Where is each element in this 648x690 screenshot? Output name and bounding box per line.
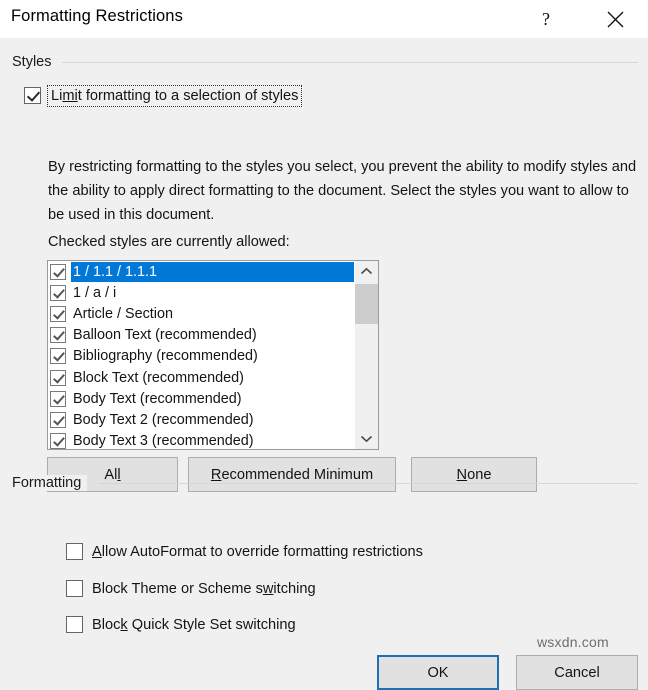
title-bar: Formatting Restrictions ? bbox=[0, 0, 648, 38]
scroll-up-button[interactable] bbox=[355, 261, 378, 282]
recmin-label-accel: R bbox=[210, 466, 222, 483]
listbox-scrollbar[interactable] bbox=[354, 261, 378, 449]
none-label-after: one bbox=[467, 466, 492, 483]
ok-button[interactable]: OK bbox=[377, 655, 499, 690]
formatting-checkbox-row-2[interactable]: Block Theme or Scheme switching bbox=[66, 580, 316, 597]
formatting-group-label: Formatting bbox=[12, 475, 88, 491]
all-label-accel: l bbox=[117, 466, 121, 483]
watermark: wsxdn.com bbox=[537, 634, 609, 650]
cancel-button-label: Cancel bbox=[554, 664, 600, 681]
help-button[interactable]: ? bbox=[523, 0, 569, 38]
close-button[interactable] bbox=[592, 0, 638, 38]
list-item[interactable]: 1 / a / i bbox=[48, 282, 354, 303]
recmin-label-after: ecommended Minimum bbox=[221, 466, 374, 483]
styles-description: By restricting formatting to the styles … bbox=[48, 159, 637, 223]
limit-label-accel: mi bbox=[62, 87, 78, 104]
list-item-label: Body Text 3 (recommended) bbox=[73, 433, 254, 449]
list-item-label: Bibliography (recommended) bbox=[73, 348, 258, 365]
list-item-checkbox[interactable] bbox=[50, 390, 66, 407]
styles-group-label: Styles bbox=[12, 54, 58, 70]
dialog-body: Styles Limit formatting to a selection o… bbox=[0, 38, 648, 690]
formatting-checkbox-label-2: Block Theme or Scheme switching bbox=[92, 580, 316, 597]
close-icon bbox=[607, 11, 624, 28]
list-item[interactable]: Bibliography (recommended) bbox=[48, 346, 354, 367]
list-item[interactable]: Body Text (recommended) bbox=[48, 388, 354, 409]
list-item[interactable]: Article / Section bbox=[48, 303, 354, 324]
list-item-checkbox[interactable] bbox=[50, 348, 66, 365]
chevron-up-icon bbox=[360, 267, 373, 276]
none-label-accel: N bbox=[456, 466, 468, 483]
scroll-down-button[interactable] bbox=[355, 428, 378, 449]
list-item-label: Body Text 2 (recommended) bbox=[73, 411, 254, 428]
window-title: Formatting Restrictions bbox=[11, 7, 183, 25]
list-item-label: Body Text (recommended) bbox=[73, 390, 242, 407]
list-item-checkbox[interactable] bbox=[50, 369, 66, 386]
list-item-label: Balloon Text (recommended) bbox=[73, 327, 257, 344]
formatting-checkbox-2[interactable] bbox=[66, 580, 83, 597]
formatting-group-divider bbox=[98, 483, 638, 484]
list-item-label: Article / Section bbox=[73, 305, 173, 322]
all-label-before: Al bbox=[104, 466, 118, 483]
list-item[interactable]: 1 / 1.1 / 1.1.1 bbox=[48, 261, 354, 282]
formatting-checkbox-row-1[interactable]: Allow AutoFormat to override formatting … bbox=[66, 543, 423, 560]
formatting-checkbox-row-3[interactable]: Block Quick Style Set switching bbox=[66, 616, 296, 633]
list-item-checkbox[interactable] bbox=[50, 305, 66, 322]
limit-label-before: Li bbox=[51, 87, 63, 104]
list-item-checkbox[interactable] bbox=[50, 411, 66, 428]
list-item-label: 1 / a / i bbox=[73, 284, 117, 301]
recommended-minimum-button-label: Recommended Minimum bbox=[211, 467, 373, 483]
scrollbar-thumb[interactable] bbox=[355, 284, 378, 324]
allowed-styles-listbox[interactable]: 1 / 1.1 / 1.1.1 1 / a / i Article / Sectio… bbox=[47, 260, 379, 450]
list-item[interactable]: Body Text 2 (recommended) bbox=[48, 409, 354, 430]
formatting-checkbox-label-1: Allow AutoFormat to override formatting … bbox=[92, 543, 423, 560]
none-button[interactable]: None bbox=[411, 457, 537, 492]
limit-formatting-label: Limit formatting to a selection of style… bbox=[46, 84, 303, 107]
formatting-checkbox-3[interactable] bbox=[66, 616, 83, 633]
limit-formatting-checkbox[interactable] bbox=[24, 87, 41, 104]
limit-formatting-checkbox-row[interactable]: Limit formatting to a selection of style… bbox=[24, 84, 303, 107]
list-item-label: 1 / 1.1 / 1.1.1 bbox=[71, 261, 354, 282]
styles-group-divider bbox=[62, 62, 638, 63]
list-item[interactable]: Balloon Text (recommended) bbox=[48, 325, 354, 346]
list-item-checkbox[interactable] bbox=[50, 327, 66, 344]
cancel-button[interactable]: Cancel bbox=[516, 655, 638, 690]
list-item[interactable]: Body Text 3 (recommended) bbox=[48, 431, 354, 449]
list-item-checkbox[interactable] bbox=[50, 284, 66, 301]
list-item[interactable]: Block Text (recommended) bbox=[48, 367, 354, 388]
list-item-checkbox[interactable] bbox=[50, 263, 66, 280]
formatting-checkbox-1[interactable] bbox=[66, 543, 83, 560]
question-mark-icon: ? bbox=[542, 9, 550, 29]
recommended-minimum-button[interactable]: Recommended Minimum bbox=[188, 457, 396, 492]
ok-button-label: OK bbox=[427, 664, 449, 681]
list-item-checkbox[interactable] bbox=[50, 433, 66, 449]
allowed-styles-caption: Checked styles are currently allowed: bbox=[48, 234, 290, 250]
allowed-styles-list[interactable]: 1 / 1.1 / 1.1.1 1 / a / i Article / Sectio… bbox=[48, 261, 354, 449]
all-button-label: All bbox=[104, 467, 120, 483]
none-button-label: None bbox=[457, 467, 492, 483]
list-item-label: Block Text (recommended) bbox=[73, 369, 244, 386]
formatting-checkbox-label-3: Block Quick Style Set switching bbox=[92, 616, 296, 633]
limit-label-after: t formatting to a selection of styles bbox=[77, 87, 299, 104]
chevron-down-icon bbox=[360, 434, 373, 443]
